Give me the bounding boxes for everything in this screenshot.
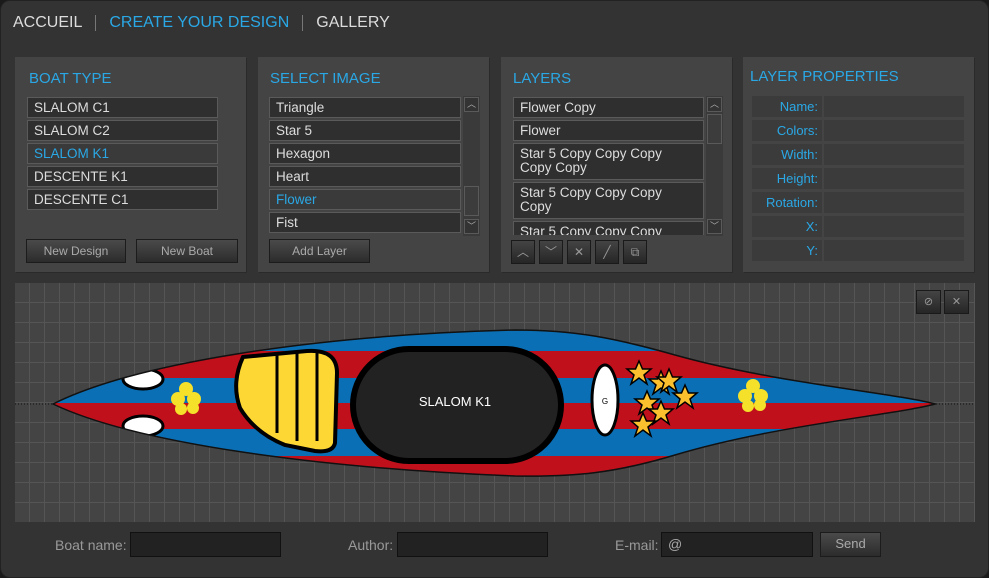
property-label: Name:: [752, 96, 822, 117]
svg-text:G: G: [602, 397, 608, 406]
property-name-field[interactable]: [824, 96, 964, 117]
boat-type-item-selected[interactable]: SLALOM K1: [27, 143, 218, 164]
layer-item[interactable]: Star 5 Copy Copy Copy Copy Copy: [513, 143, 704, 180]
property-label: X:: [752, 216, 822, 237]
boat-type-item[interactable]: DESCENTE K1: [27, 166, 218, 187]
boat-type-panel: BOAT TYPE SLALOM C1 SLALOM C2 SLALOM K1 …: [15, 57, 246, 272]
delete-icon[interactable]: ✕: [567, 240, 591, 264]
image-item-selected[interactable]: Flower: [269, 189, 461, 210]
boat-svg: SLALOM K1 G: [15, 329, 975, 477]
scroll-down-icon[interactable]: ﹀: [464, 219, 479, 234]
layers-scrollbar[interactable]: ︿ ﹀: [706, 96, 723, 236]
edit-icon[interactable]: ╱: [595, 240, 619, 264]
duplicate-icon[interactable]: ⧉: [623, 240, 647, 264]
property-name: Name:: [752, 96, 964, 117]
boat-type-item[interactable]: SLALOM C2: [27, 120, 218, 141]
property-label: Height:: [752, 168, 822, 189]
property-y-field[interactable]: [824, 240, 964, 261]
boat-type-item[interactable]: SLALOM C1: [27, 97, 218, 118]
send-button[interactable]: Send: [820, 532, 881, 557]
email-label: E-mail:: [615, 537, 659, 553]
image-list-scrollbar[interactable]: ︿ ﹀: [463, 96, 480, 236]
property-label: Width:: [752, 144, 822, 165]
email-input[interactable]: @: [661, 532, 813, 557]
boat-type-list: SLALOM C1 SLALOM C2 SLALOM K1 DESCENTE K…: [27, 97, 218, 212]
property-label: Colors:: [752, 120, 822, 141]
scroll-up-icon[interactable]: ︿: [464, 97, 479, 112]
image-item[interactable]: Star 5: [269, 120, 461, 141]
top-nav: ACCUEIL CREATE YOUR DESIGN GALLERY: [13, 14, 390, 32]
property-height-field[interactable]: [824, 168, 964, 189]
property-label: Rotation:: [752, 192, 822, 213]
layer-item[interactable]: Star 5 Copy Copy Copy Copy: [513, 182, 704, 219]
boat-name-label: Boat name:: [55, 537, 127, 553]
author-label: Author:: [348, 537, 394, 553]
image-item[interactable]: Hexagon: [269, 143, 461, 164]
design-canvas[interactable]: SLALOM K1 G ⊘ ✕: [15, 283, 975, 522]
image-item[interactable]: Heart: [269, 166, 461, 187]
nav-accueil[interactable]: ACCUEIL: [13, 14, 82, 32]
app-window: ACCUEIL CREATE YOUR DESIGN GALLERY BOAT …: [0, 0, 989, 578]
fit-view-icon[interactable]: ⊘: [916, 290, 941, 314]
property-x-field[interactable]: [824, 216, 964, 237]
move-down-icon[interactable]: ﹀: [539, 240, 563, 264]
move-up-icon[interactable]: ︿: [511, 240, 535, 264]
boat-label: SLALOM K1: [419, 394, 491, 409]
nav-divider: [302, 15, 304, 31]
boat-type-item[interactable]: DESCENTE C1: [27, 189, 218, 210]
layer-item[interactable]: Flower: [513, 120, 704, 141]
nav-gallery[interactable]: GALLERY: [316, 14, 390, 32]
scroll-up-icon[interactable]: ︿: [707, 97, 722, 112]
layer-item[interactable]: Flower Copy: [513, 97, 704, 118]
property-rotation-field[interactable]: [824, 192, 964, 213]
property-width: Width:: [752, 144, 964, 165]
property-rotation: Rotation:: [752, 192, 964, 213]
brand-logo: G: [590, 363, 620, 437]
select-image-panel: SELECT IMAGE Triangle Star 5 Hexagon Hea…: [258, 57, 489, 272]
image-item[interactable]: Triangle: [269, 97, 461, 118]
property-height: Height:: [752, 168, 964, 189]
image-list: Triangle Star 5 Hexagon Heart Flower Fis…: [269, 97, 461, 235]
scroll-thumb[interactable]: [464, 186, 479, 216]
property-colors-field[interactable]: [824, 120, 964, 141]
panel-title: LAYERS: [513, 70, 572, 87]
property-colors: Colors:: [752, 120, 964, 141]
layer-item[interactable]: Star 5 Copy Copy Copy: [513, 221, 704, 235]
scroll-thumb[interactable]: [707, 114, 722, 144]
add-layer-button[interactable]: Add Layer: [269, 239, 370, 263]
layers-panel: LAYERS Flower Copy Flower Star 5 Copy Co…: [501, 57, 732, 272]
image-item[interactable]: Fist: [269, 212, 461, 233]
property-y: Y:: [752, 240, 964, 261]
nav-create-your-design[interactable]: CREATE YOUR DESIGN: [109, 14, 289, 32]
property-label: Y:: [752, 240, 822, 261]
panel-title: SELECT IMAGE: [270, 70, 381, 87]
new-design-button[interactable]: New Design: [26, 239, 126, 263]
layers-list: Flower Copy Flower Star 5 Copy Copy Copy…: [513, 97, 704, 235]
author-input[interactable]: [397, 532, 548, 557]
boat-name-input[interactable]: [130, 532, 281, 557]
layer-properties-panel: LAYER PROPERTIES Name: Colors: Width: He…: [743, 57, 974, 272]
new-boat-button[interactable]: New Boat: [136, 239, 238, 263]
panel-title: LAYER PROPERTIES: [750, 68, 899, 85]
expand-icon[interactable]: ✕: [944, 290, 969, 314]
property-x: X:: [752, 216, 964, 237]
property-width-field[interactable]: [824, 144, 964, 165]
panel-title: BOAT TYPE: [29, 70, 112, 87]
scroll-down-icon[interactable]: ﹀: [707, 219, 722, 234]
nav-divider: [95, 15, 97, 31]
